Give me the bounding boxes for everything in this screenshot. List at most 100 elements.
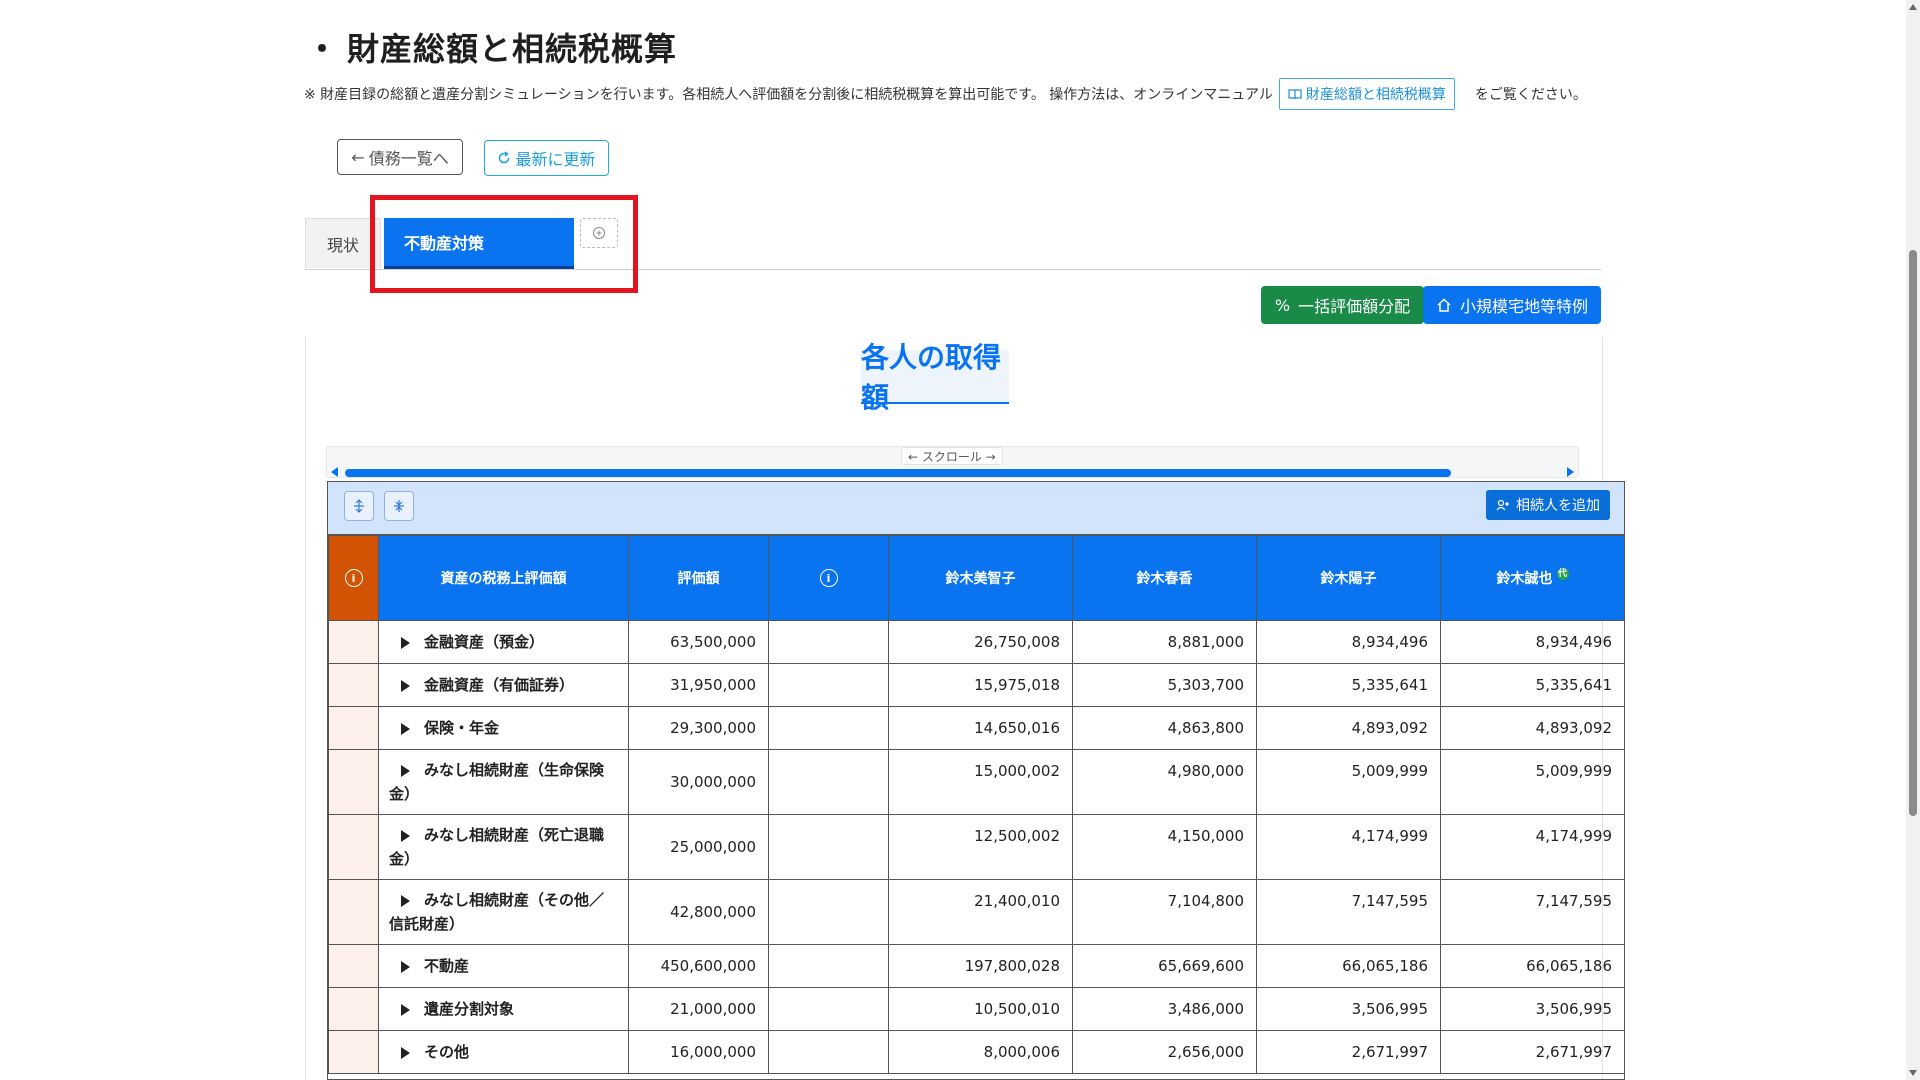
heir-amount-cell[interactable]: 8,000,006 bbox=[888, 1030, 1073, 1074]
asset-value-cell: 30,000,000 bbox=[628, 749, 769, 815]
row-marker-cell bbox=[328, 620, 379, 664]
heir-amount-cell[interactable]: 2,671,997 bbox=[1440, 1030, 1624, 1074]
percent-icon: % bbox=[1274, 295, 1291, 315]
expand-triangle-icon[interactable] bbox=[401, 829, 410, 842]
description-prefix: ※ 財産目録の総額と遺産分割シミュレーションを行います。各相続人へ評価額を分割後… bbox=[304, 87, 1273, 103]
refresh-button[interactable]: 最新に更新 bbox=[484, 140, 609, 176]
heir-amount-cell[interactable]: 4,893,092 bbox=[1440, 706, 1624, 750]
heir-amount-cell[interactable]: 4,863,800 bbox=[1072, 706, 1257, 750]
row-marker-cell bbox=[328, 814, 379, 880]
asset-name-cell[interactable]: 不動産 bbox=[378, 944, 629, 988]
asset-name-cell[interactable]: 金融資産（預金） bbox=[378, 620, 629, 664]
asset-name-cell[interactable]: その他 bbox=[378, 1030, 629, 1074]
table-row[interactable]: 金融資産（預金） 63,500,000 26,750,008 8,881,000 8,9… bbox=[328, 620, 1624, 664]
asset-name-cell[interactable]: 保険・年金 bbox=[378, 706, 629, 750]
scroll-thumb[interactable] bbox=[345, 469, 1451, 477]
heir-amount-cell[interactable]: 7,147,595 bbox=[1440, 879, 1624, 945]
heir-amount-cell[interactable]: 5,009,999 bbox=[1256, 749, 1441, 815]
heir-amount-cell[interactable]: 7,147,595 bbox=[1256, 879, 1441, 945]
heir-amount-cell[interactable]: 2,656,000 bbox=[1072, 1030, 1257, 1074]
heir-amount-cell[interactable]: 5,303,700 bbox=[1072, 663, 1257, 707]
heir-amount-cell[interactable]: 4,980,000 bbox=[1072, 749, 1257, 815]
scroll-up-arrow-icon[interactable] bbox=[1909, 4, 1917, 10]
table-row[interactable]: その他 16,000,000 8,000,006 2,656,000 2,671,997… bbox=[328, 1030, 1624, 1074]
asset-name-cell[interactable]: みなし相続財産（死亡退職金） bbox=[378, 814, 629, 880]
heir-amount-cell[interactable]: 7,104,800 bbox=[1072, 879, 1257, 945]
heir-amount-cell[interactable]: 4,174,999 bbox=[1440, 814, 1624, 880]
asset-value-cell: 31,950,000 bbox=[628, 663, 769, 707]
table-row[interactable]: 不動産 450,600,000 197,800,028 65,669,600 66,06… bbox=[328, 944, 1624, 988]
table-row[interactable]: みなし相続財産（死亡退職金） 25,000,000 12,500,002 4,150,… bbox=[328, 814, 1624, 880]
asset-name-cell[interactable]: みなし相続財産（その他／信託財産） bbox=[378, 879, 629, 945]
heir-amount-cell[interactable]: 10,500,010 bbox=[888, 987, 1073, 1031]
heir-column-header[interactable]: 鈴木陽子 bbox=[1256, 535, 1441, 621]
heir-amount-cell[interactable]: 21,400,010 bbox=[888, 879, 1073, 945]
expand-all-button[interactable] bbox=[344, 491, 374, 521]
expand-icon bbox=[354, 499, 364, 513]
heir-amount-cell[interactable]: 12,500,002 bbox=[888, 814, 1073, 880]
horizontal-scrollbar[interactable]: ← スクロール → bbox=[326, 446, 1579, 478]
table-row[interactable]: みなし相続財産（その他／信託財産） 42,800,000 21,400,010 7,1… bbox=[328, 879, 1624, 945]
heir-name: 鈴木美智子 bbox=[945, 571, 1016, 587]
asset-name: 保険・年金 bbox=[424, 719, 500, 737]
heir-amount-cell[interactable]: 66,065,186 bbox=[1256, 944, 1441, 988]
heir-amount-cell[interactable]: 15,975,018 bbox=[888, 663, 1073, 707]
info-column-header-2[interactable]: i bbox=[768, 535, 889, 621]
heir-amount-cell[interactable]: 3,506,995 bbox=[1256, 987, 1441, 1031]
scroll-down-arrow-icon[interactable] bbox=[1909, 1070, 1917, 1076]
bulk-distribution-button[interactable]: % 一括評価額分配 bbox=[1261, 286, 1424, 324]
info-cell bbox=[768, 944, 889, 988]
asset-name-cell[interactable]: みなし相続財産（生命保険金） bbox=[378, 749, 629, 815]
heir-amount-cell[interactable]: 3,486,000 bbox=[1072, 987, 1257, 1031]
expand-triangle-icon[interactable] bbox=[401, 960, 410, 973]
expand-triangle-icon[interactable] bbox=[401, 636, 410, 649]
heir-column-header[interactable]: 鈴木春香 bbox=[1072, 535, 1257, 621]
section-title: 各人の取得額 bbox=[861, 341, 1009, 414]
vertical-scrollbar[interactable] bbox=[1906, 0, 1920, 1080]
expand-triangle-icon[interactable] bbox=[401, 1046, 410, 1059]
tab-current-label: 現状 bbox=[326, 235, 359, 255]
collapse-all-button[interactable] bbox=[384, 491, 414, 521]
expand-triangle-icon[interactable] bbox=[401, 722, 410, 735]
heir-column-header[interactable]: 鈴木美智子 bbox=[888, 535, 1073, 621]
heir-amount-cell[interactable]: 66,065,186 bbox=[1440, 944, 1624, 988]
heir-amount-cell[interactable]: 2,671,997 bbox=[1256, 1030, 1441, 1074]
heir-amount-cell[interactable]: 15,000,002 bbox=[888, 749, 1073, 815]
small-land-exception-button[interactable]: 小規模宅地等特例 bbox=[1423, 286, 1601, 324]
vertical-scroll-thumb[interactable] bbox=[1909, 250, 1917, 816]
heir-amount-cell[interactable]: 8,934,496 bbox=[1256, 620, 1441, 664]
info-column-header[interactable]: i bbox=[328, 535, 379, 621]
back-to-debts-button[interactable]: ← 債務一覧へ bbox=[337, 139, 463, 175]
table-row[interactable]: 金融資産（有価証券） 31,950,000 15,975,018 5,303,700 5… bbox=[328, 663, 1624, 707]
asset-name-cell[interactable]: 遺産分割対象 bbox=[378, 987, 629, 1031]
expand-triangle-icon[interactable] bbox=[401, 764, 410, 777]
heir-amount-cell[interactable]: 4,150,000 bbox=[1072, 814, 1257, 880]
heir-amount-cell[interactable]: 4,174,999 bbox=[1256, 814, 1441, 880]
refresh-icon bbox=[499, 151, 510, 164]
expand-triangle-icon[interactable] bbox=[401, 894, 410, 907]
heir-amount-cell[interactable]: 3,506,995 bbox=[1440, 987, 1624, 1031]
heir-amount-cell[interactable]: 65,669,600 bbox=[1072, 944, 1257, 988]
asset-name: 金融資産（預金） bbox=[424, 633, 545, 651]
heir-amount-cell[interactable]: 14,650,016 bbox=[888, 706, 1073, 750]
table-row[interactable]: みなし相続財産（生命保険金） 30,000,000 15,000,002 4,980,… bbox=[328, 749, 1624, 815]
table-row[interactable]: 遺産分割対象 21,000,000 10,500,010 3,486,000 3,506… bbox=[328, 987, 1624, 1031]
heir-amount-cell[interactable]: 5,335,641 bbox=[1256, 663, 1441, 707]
table-row[interactable]: 保険・年金 29,300,000 14,650,016 4,863,800 4,893,… bbox=[328, 706, 1624, 750]
heir-amount-cell[interactable]: 197,800,028 bbox=[888, 944, 1073, 988]
page-title: ・財産総額と相続税概算 bbox=[306, 24, 677, 70]
add-heir-button[interactable]: 相続人を追加 bbox=[1486, 490, 1610, 520]
asset-name-cell[interactable]: 金融資産（有価証券） bbox=[378, 663, 629, 707]
heir-amount-cell[interactable]: 5,009,999 bbox=[1440, 749, 1624, 815]
heir-amount-cell[interactable]: 5,335,641 bbox=[1440, 663, 1624, 707]
heir-amount-cell[interactable]: 4,893,092 bbox=[1256, 706, 1441, 750]
manual-link[interactable]: 財産総額と相続税概算 bbox=[1278, 78, 1455, 110]
expand-triangle-icon[interactable] bbox=[401, 1003, 410, 1016]
scroll-left-arrow-icon[interactable] bbox=[331, 467, 338, 477]
expand-triangle-icon[interactable] bbox=[401, 679, 410, 692]
heir-amount-cell[interactable]: 26,750,008 bbox=[888, 620, 1073, 664]
scroll-right-arrow-icon[interactable] bbox=[1567, 467, 1574, 477]
heir-amount-cell[interactable]: 8,881,000 bbox=[1072, 620, 1257, 664]
heir-amount-cell[interactable]: 8,934,496 bbox=[1440, 620, 1624, 664]
heir-column-header[interactable]: 鈴木誠也代 bbox=[1440, 535, 1624, 621]
